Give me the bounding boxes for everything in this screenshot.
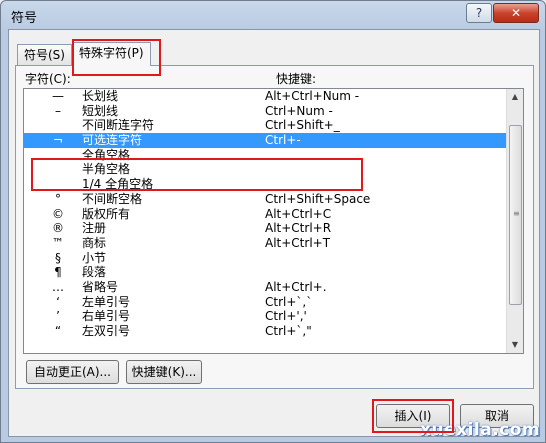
symbol-glyph: ®	[52, 221, 64, 236]
shortcut-key-button[interactable]: 快捷键(K)...	[126, 360, 202, 384]
list-item[interactable]: 半角空格	[24, 162, 523, 177]
list-item[interactable]: ¶ 段落	[24, 265, 523, 280]
list-rows: — 长划线 Alt+Ctrl+Num - – 短划线 Ctrl+Num - 不间断连字符 Ct…	[24, 89, 523, 339]
list-item[interactable]: ‘ 左单引号 Ctrl+`,`	[24, 295, 523, 310]
symbol-shortcut: Ctrl+Shift+_	[265, 118, 340, 133]
list-item[interactable]: … 省略号 Alt+Ctrl+.	[24, 280, 523, 295]
list-item[interactable]: ’ 右单引号 Ctrl+','	[24, 309, 523, 324]
special-character-list[interactable]: — 长划线 Alt+Ctrl+Num - – 短划线 Ctrl+Num - 不间断连字符 Ct…	[23, 88, 524, 354]
symbol-shortcut: Alt+Ctrl+C	[265, 206, 332, 221]
symbol-name: 半角空格	[82, 162, 131, 177]
symbol-glyph: ™	[52, 235, 64, 250]
tab-panel: 字符(C): 快捷键: — 长划线 Alt+Ctrl+Num - – 短划线 Ctrl+N…	[15, 65, 534, 389]
symbol-name: 左双引号	[82, 324, 131, 338]
symbol-name: 全角空格	[82, 147, 131, 162]
list-item[interactable]: ¬ 可选连字符 Ctrl+-	[24, 133, 523, 148]
symbol-name: 版权所有	[82, 206, 131, 221]
list-item[interactable]: 全角空格	[24, 148, 523, 163]
title-bar: 符号 ? ✕	[1, 1, 545, 29]
symbol-name: 段落	[82, 265, 107, 280]
symbol-glyph: “	[54, 324, 62, 338]
dialog-body: 符号(S) 特殊字符(P) 字符(C): 快捷键: — 长划线 Alt+Ctrl+N…	[8, 29, 540, 437]
symbol-dialog: 符号 ? ✕ 符号(S) 特殊字符(P) 字符(C): 快捷键: — 长划线 Alt…	[0, 0, 546, 443]
shortcut-column-header: 快捷键:	[276, 72, 317, 86]
list-item[interactable]: © 版权所有 Alt+Ctrl+C	[24, 207, 523, 222]
symbol-glyph: …	[52, 279, 64, 294]
watermark-logo: xuexila.com	[420, 420, 541, 440]
window-title: 符号	[11, 11, 38, 26]
vertical-scrollbar[interactable]: ▲ ≡ ▼	[506, 89, 523, 353]
symbol-name: 左单引号	[82, 294, 131, 309]
symbol-name: 不间断空格	[82, 191, 143, 206]
symbol-name: 右单引号	[82, 309, 131, 324]
symbol-shortcut: Alt+Ctrl+Num -	[265, 89, 360, 103]
symbol-name: 小节	[82, 250, 107, 265]
scrollbar-thumb[interactable]: ≡	[509, 125, 522, 305]
symbol-shortcut: Alt+Ctrl+.	[265, 279, 327, 294]
symbol-name: 短划线	[82, 103, 119, 118]
symbol-shortcut: Alt+Ctrl+T	[265, 235, 331, 250]
symbol-name: 省略号	[82, 279, 119, 294]
symbol-glyph: ’	[56, 309, 60, 324]
symbol-glyph: ‘	[56, 294, 60, 309]
symbol-glyph: §	[55, 250, 61, 265]
symbol-shortcut: Ctrl+`,"	[265, 324, 312, 338]
symbol-glyph: ©	[52, 206, 64, 221]
symbol-glyph: ¶	[54, 265, 62, 280]
symbol-shortcut: Alt+Ctrl+R	[265, 221, 332, 236]
symbol-glyph: —	[52, 89, 64, 103]
list-item[interactable]: 1/4 全角空格	[24, 177, 523, 192]
list-item[interactable]: 不间断连字符 Ctrl+Shift+_	[24, 118, 523, 133]
symbol-name: 商标	[82, 235, 107, 250]
symbol-shortcut: Ctrl+-	[265, 133, 301, 148]
scroll-down-arrow-icon[interactable]: ▼	[507, 337, 523, 353]
symbol-glyph: –	[55, 103, 61, 118]
tab-symbols[interactable]: 符号(S)	[17, 44, 72, 65]
list-item[interactable]: ™ 商标 Alt+Ctrl+T	[24, 236, 523, 251]
symbol-shortcut: Ctrl+','	[265, 309, 307, 324]
list-item[interactable]: ° 不间断空格 Ctrl+Shift+Space	[24, 192, 523, 207]
symbol-name: 不间断连字符	[82, 118, 155, 133]
symbol-shortcut: Ctrl+Num -	[265, 103, 333, 118]
list-item[interactable]: “ 左双引号 Ctrl+`,"	[24, 324, 523, 339]
symbol-glyph: ¬	[52, 133, 64, 148]
character-column-header: 字符(C):	[25, 72, 71, 86]
autocorrect-button[interactable]: 自动更正(A)...	[26, 360, 119, 384]
symbol-name: 1/4 全角空格	[82, 177, 154, 192]
list-item[interactable]: § 小节	[24, 251, 523, 266]
symbol-name: 可选连字符	[82, 133, 143, 148]
tab-special-characters[interactable]: 特殊字符(P)	[72, 42, 151, 66]
symbol-name: 注册	[82, 221, 107, 236]
list-item[interactable]: — 长划线 Alt+Ctrl+Num -	[24, 89, 523, 104]
scroll-up-arrow-icon[interactable]: ▲	[507, 89, 523, 105]
symbol-name: 长划线	[82, 89, 119, 103]
symbol-shortcut: Ctrl+`,`	[265, 294, 313, 309]
symbol-shortcut: Ctrl+Shift+Space	[265, 191, 371, 206]
list-item[interactable]: – 短划线 Ctrl+Num -	[24, 104, 523, 119]
help-button[interactable]: ?	[466, 3, 492, 23]
close-button[interactable]: ✕	[493, 3, 539, 23]
list-item[interactable]: ® 注册 Alt+Ctrl+R	[24, 221, 523, 236]
grip-icon: ≡	[513, 209, 520, 218]
symbol-glyph: °	[55, 191, 61, 206]
